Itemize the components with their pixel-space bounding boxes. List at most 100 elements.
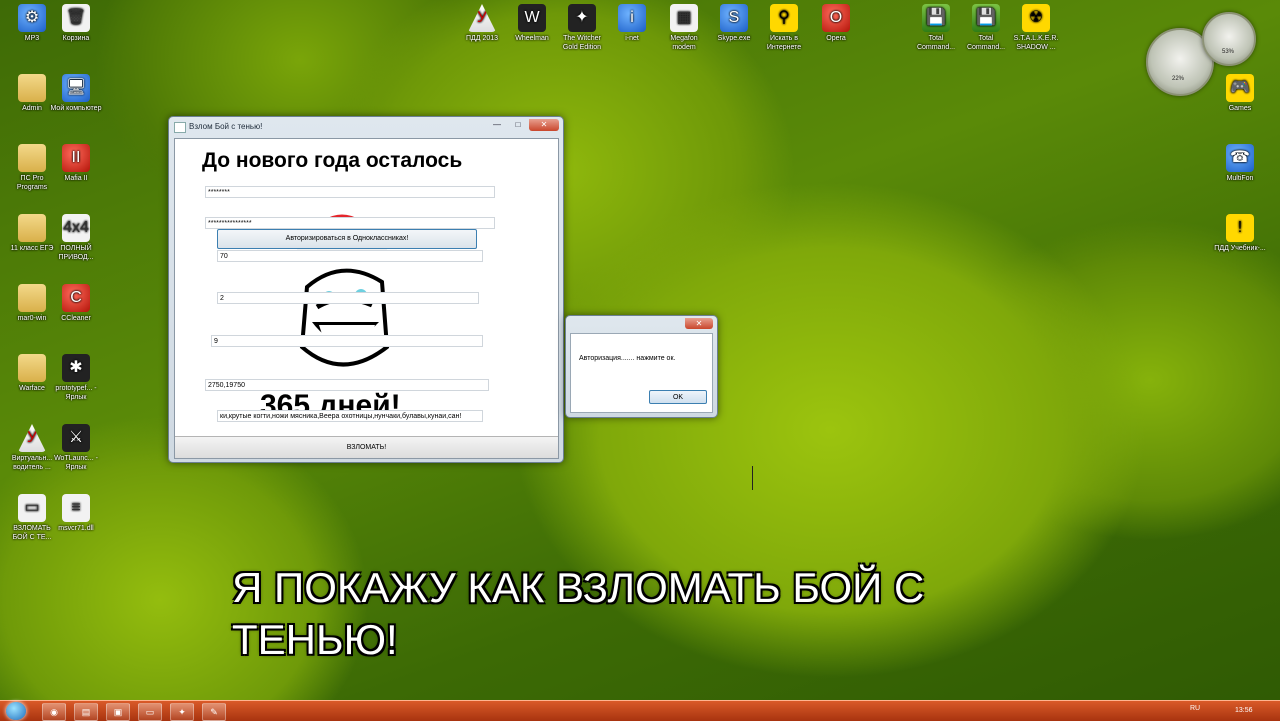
clock[interactable]: 13:56 [1235, 707, 1253, 714]
text-cursor-icon [752, 466, 753, 490]
shortcut-icon: II [62, 144, 90, 172]
value-field-2[interactable]: 2 [217, 292, 479, 304]
desktop-icon[interactable]: 🎮 Games [1214, 74, 1266, 113]
taskbar-app-button[interactable]: ✎ [202, 703, 226, 721]
window-title: Взлом Бой с тенью! [189, 122, 263, 131]
value-field-3[interactable]: 9 [211, 335, 483, 347]
items-list-field[interactable]: ки,крутые когти,ножи мясника,Веера охотн… [217, 410, 483, 422]
shortcut-icon: ☎ [1226, 144, 1254, 172]
desktop-icon-label: ПДД 2013 [465, 35, 499, 42]
desktop-icon[interactable]: W Wheelman [506, 4, 558, 43]
shortcut-icon: O [822, 4, 850, 32]
desktop-icon-label: MP3 [24, 35, 40, 42]
desktop-icon-label: 11 класс ЕГЭ [10, 245, 54, 252]
language-indicator[interactable]: RU [1190, 705, 1200, 712]
desktop-icon-label: Мой компьютер [50, 105, 102, 112]
shortcut-icon: У [18, 424, 46, 452]
countdown-heading: До нового года осталось [202, 149, 463, 172]
taskbar-app-button[interactable]: ◉ [42, 703, 66, 721]
shortcut-icon: 4x4 [62, 214, 90, 242]
start-button[interactable] [6, 702, 26, 720]
shortcut-icon: 💾 [922, 4, 950, 32]
shortcut-icon: 🖥 [62, 74, 90, 102]
hack-button[interactable]: ВЗЛОМАТЬ! [175, 436, 558, 458]
auth-odnoklassniki-button[interactable]: Авторизироваться в Одноклассниках! [217, 229, 477, 249]
taskbar-app-button[interactable]: ▭ [138, 703, 162, 721]
dialog-ok-button[interactable]: OK [649, 390, 707, 404]
value-field-1[interactable]: 70 [217, 250, 483, 262]
desktop-icon[interactable]: ⚔ WoTLaunc... - Ярлык [50, 424, 102, 472]
hack-app-window: Взлом Бой с тенью! — □ ✕ До нового года … [168, 116, 564, 463]
minimize-button[interactable]: — [487, 119, 507, 131]
desktop-icon-label: Skype.exe [717, 35, 751, 42]
window-client-area: До нового года осталось ******** *******… [174, 138, 559, 459]
cpu-percent: 22% [1172, 76, 1185, 82]
desktop-icon[interactable]: 💾 Total Command... [960, 4, 1012, 52]
desktop-icon[interactable]: 💾 Total Command... [910, 4, 962, 52]
desktop-icon-label: Opera [826, 35, 846, 42]
desktop-icon-label: Mafia II [64, 175, 88, 182]
dialog-message: Авторизация....... нажмите ок. [579, 355, 676, 362]
desktop-icon[interactable]: ☎ MultiFon [1214, 144, 1266, 183]
value-field-4[interactable]: 2750,19750 [205, 379, 489, 391]
desktop-icon[interactable]: 🖥 Мой компьютер [50, 74, 102, 113]
desktop-icon[interactable]: ! ПДД Учебник-... [1214, 214, 1266, 253]
desktop-icon-label: ВЗЛОМАТЬ БОЙ С ТЕ... [12, 525, 52, 541]
desktop-icon-label: Megafon modem [670, 35, 698, 51]
video-caption: Я ПОКАЖУ КАК ВЗЛОМАТЬ БОЙ С ТЕНЬЮ! [232, 564, 925, 663]
desktop-icon[interactable]: 🗑 Корзина [50, 4, 102, 43]
shortcut-icon: C [62, 284, 90, 312]
desktop-icon[interactable]: II Mafia II [50, 144, 102, 183]
shortcut-icon: ! [1226, 214, 1254, 242]
login-field[interactable]: ******** [205, 186, 495, 198]
desktop-icon[interactable]: C CCleaner [50, 284, 102, 323]
shortcut-icon [18, 354, 46, 382]
desktop-icon-label: mar0-win [17, 315, 47, 322]
shortcut-icon: i [618, 4, 646, 32]
desktop-icon[interactable]: ⚲ Искать в Интернете [758, 4, 810, 52]
desktop-icon[interactable]: S Skype.exe [708, 4, 760, 43]
shortcut-icon: ⚙ [18, 4, 46, 32]
shortcut-icon: S [720, 4, 748, 32]
desktop-icon[interactable]: 4x4 ПОЛНЫЙ ПРИВОД... [50, 214, 102, 262]
desktop-icon-label: Wheelman [515, 35, 549, 42]
app-icon [174, 122, 186, 133]
taskbar-app-button[interactable]: ✦ [170, 703, 194, 721]
shortcut-icon: ▦ [670, 4, 698, 32]
taskbar: ◉ ▤ ▣ ▭ ✦ ✎ RU 13:56 [0, 700, 1280, 721]
desktop-icon-label: msvcr71.dll [58, 525, 94, 532]
shortcut-icon: 🎮 [1226, 74, 1254, 102]
desktop-icon[interactable]: ✱ prototypef... - Ярлык [50, 354, 102, 402]
desktop-icon[interactable]: O Opera [810, 4, 862, 43]
shortcut-icon: ✱ [62, 354, 90, 382]
password-field[interactable]: **************** [205, 217, 495, 229]
desktop-icon-label: Искать в Интернете [766, 35, 802, 51]
maximize-button[interactable]: □ [508, 119, 528, 131]
taskbar-app-button[interactable]: ▤ [74, 703, 98, 721]
dialog-close-button[interactable]: ✕ [685, 318, 713, 329]
desktop-icon-label: ПОЛНЫЙ ПРИВОД... [58, 245, 94, 261]
close-button[interactable]: ✕ [529, 119, 559, 131]
desktop-icon-label: MultiFon [1226, 175, 1254, 182]
desktop-icon[interactable]: ≡ msvcr71.dll [50, 494, 102, 533]
shortcut-icon [18, 144, 46, 172]
shortcut-icon: 🗑 [62, 4, 90, 32]
desktop-icon[interactable]: ✦ The Witcher Gold Edition [556, 4, 608, 52]
desktop-icon[interactable]: ▦ Megafon modem [658, 4, 710, 52]
shortcut-icon: ☢ [1022, 4, 1050, 32]
shortcut-icon: ▭ [18, 494, 46, 522]
desktop-icon-label: Admin [22, 105, 42, 112]
shortcut-icon: ⚔ [62, 424, 90, 452]
auth-message-dialog: ✕ Авторизация....... нажмите ок. OK [565, 315, 718, 418]
desktop-icon-label: prototypef... - Ярлык [55, 385, 97, 401]
desktop-icon[interactable]: i i-net [606, 4, 658, 43]
dialog-body: Авторизация....... нажмите ок. OK [570, 333, 713, 413]
desktop-icon[interactable]: ☢ S.T.A.L.K.E.R. SHADOW ... [1010, 4, 1062, 52]
shortcut-icon: ✦ [568, 4, 596, 32]
shortcut-icon [18, 284, 46, 312]
shortcut-icon: 💾 [972, 4, 1000, 32]
desktop-icon[interactable]: У ПДД 2013 [456, 4, 508, 43]
desktop-icon-label: ПДД Учебник-... [1214, 245, 1266, 252]
desktop-icon-label: CCleaner [61, 315, 91, 322]
taskbar-app-button[interactable]: ▣ [106, 703, 130, 721]
